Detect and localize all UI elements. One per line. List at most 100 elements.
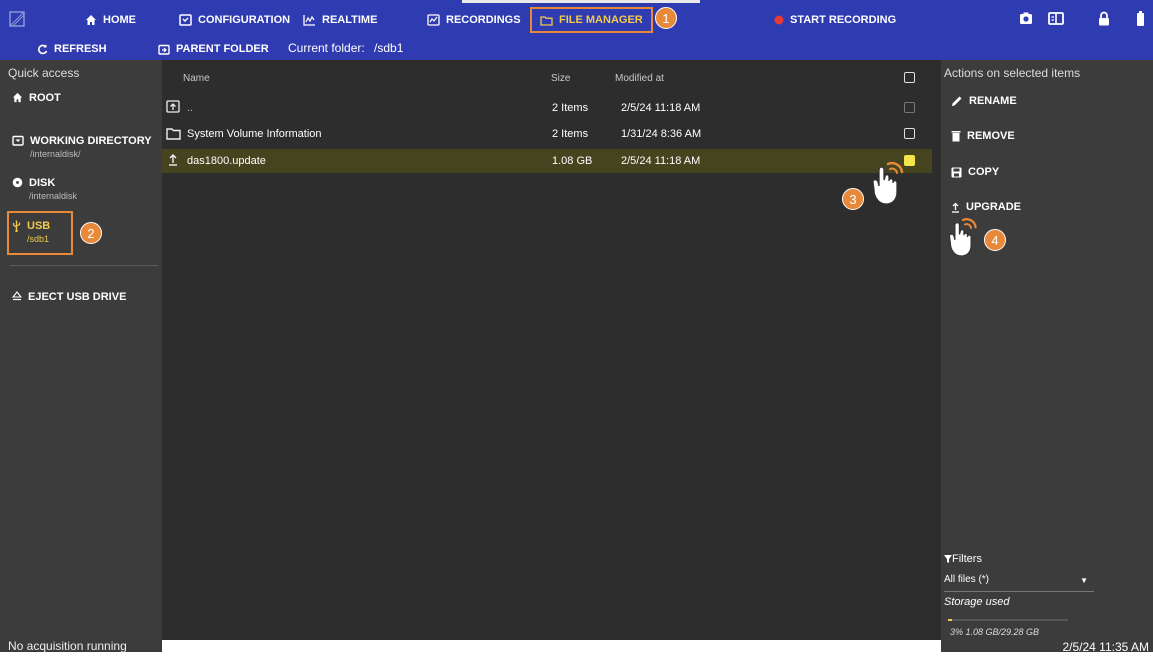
home-icon bbox=[86, 15, 96, 25]
rename-button[interactable]: RENAME bbox=[951, 95, 1017, 107]
file-size: 2 Items bbox=[552, 128, 589, 140]
storage-progress-fill bbox=[948, 619, 952, 621]
acquisition-status: No acquisition running bbox=[8, 639, 127, 653]
disk-path: /internaldisk bbox=[29, 191, 78, 201]
table-row[interactable]: .. 2 Items 2/5/24 11:18 AM bbox=[162, 96, 932, 120]
eject-usb-button[interactable]: EJECT USB DRIVE bbox=[12, 291, 126, 303]
folder-icon bbox=[12, 135, 24, 146]
start-recording-label: START RECORDING bbox=[790, 14, 897, 26]
current-folder-indicator: Current folder: /sdb1 bbox=[288, 41, 403, 55]
record-dot-icon bbox=[774, 15, 784, 25]
upgrade-button[interactable]: UPGRADE bbox=[951, 201, 1021, 213]
filters-label: Filters bbox=[952, 553, 982, 565]
file-name: .. bbox=[187, 102, 194, 114]
remove-button[interactable]: REMOVE bbox=[951, 130, 1015, 142]
eject-icon bbox=[12, 291, 22, 301]
top-highlight-line bbox=[462, 0, 700, 3]
quick-access-panel: Quick access ROOT WORKING DIRECTORY /int… bbox=[0, 60, 162, 656]
step-badge-4: 4 bbox=[984, 229, 1006, 251]
refresh-label: REFRESH bbox=[54, 43, 107, 55]
recordings-icon bbox=[427, 14, 440, 26]
configuration-icon bbox=[179, 14, 192, 26]
file-modified: 1/31/24 8:36 AM bbox=[621, 128, 702, 140]
storage-info: 3% 1.08 GB/29.28 GB bbox=[950, 627, 1040, 637]
realtime-icon bbox=[303, 15, 315, 26]
start-recording-button[interactable]: START RECORDING bbox=[774, 11, 896, 29]
select-all-checkbox[interactable] bbox=[904, 72, 915, 83]
upgrade-label: UPGRADE bbox=[966, 201, 1022, 213]
nav-realtime-label: REALTIME bbox=[322, 14, 378, 26]
root-label: ROOT bbox=[29, 92, 61, 104]
working-directory-label: WORKING DIRECTORY bbox=[30, 135, 152, 147]
dropdown-arrow-icon: ▼ bbox=[1080, 576, 1088, 585]
step-badge-3: 3 bbox=[842, 188, 864, 210]
row-checkbox[interactable] bbox=[904, 102, 915, 113]
file-name: das1800.update bbox=[187, 155, 266, 167]
quick-access-title: Quick access bbox=[8, 66, 80, 80]
save-icon bbox=[951, 167, 962, 177]
nav-configuration[interactable]: CONFIGURATION bbox=[179, 11, 290, 29]
trash-icon bbox=[951, 131, 961, 142]
file-filter-select[interactable]: All files (*) ▼ bbox=[944, 574, 1094, 592]
remove-label: REMOVE bbox=[967, 130, 1015, 142]
table-row[interactable]: System Volume Information 2 Items 1/31/2… bbox=[162, 122, 932, 146]
step-badge-2: 2 bbox=[80, 222, 102, 244]
folder-icon bbox=[166, 128, 181, 140]
file-toolbar: REFRESH PARENT FOLDER Current folder: /s… bbox=[0, 38, 1153, 60]
step-badge-1: 1 bbox=[655, 7, 677, 29]
storage-progress-bar bbox=[948, 619, 1068, 621]
copy-label: COPY bbox=[968, 166, 1000, 178]
nav-realtime[interactable]: REALTIME bbox=[303, 11, 377, 29]
parent-folder-button[interactable]: PARENT FOLDER bbox=[158, 43, 269, 55]
nav-file-manager-label: FILE MANAGER bbox=[559, 14, 643, 26]
nav-home-label: HOME bbox=[103, 14, 136, 26]
upgrade-icon bbox=[952, 202, 959, 213]
pencil-icon bbox=[952, 96, 962, 106]
filter-icon bbox=[944, 555, 952, 563]
actions-panel: Actions on selected items RENAME REMOVE … bbox=[941, 60, 1153, 656]
file-filter-value: All files (*) bbox=[944, 574, 990, 585]
parent-folder-label: PARENT FOLDER bbox=[176, 43, 269, 55]
camera-icon[interactable] bbox=[1019, 11, 1033, 30]
table-row-selected[interactable]: das1800.update 1.08 GB 2/5/24 11:18 AM bbox=[162, 149, 932, 173]
pointing-hand-icon bbox=[872, 161, 904, 205]
nav-configuration-label: CONFIGURATION bbox=[198, 14, 291, 26]
refresh-icon bbox=[38, 44, 48, 54]
storage-used-label: Storage used bbox=[944, 591, 1094, 611]
nav-recordings[interactable]: RECORDINGS bbox=[427, 11, 521, 29]
book-icon[interactable] bbox=[1048, 11, 1064, 30]
current-folder-label: Current folder: bbox=[288, 41, 365, 55]
actions-title: Actions on selected items bbox=[944, 66, 1081, 80]
pointing-hand-icon bbox=[948, 218, 977, 257]
file-list: Name Size Modified at .. 2 Items 2/5/24 … bbox=[162, 60, 941, 640]
copy-button[interactable]: COPY bbox=[951, 166, 999, 178]
filters-header: Filters bbox=[944, 553, 982, 565]
nav-file-manager[interactable]: FILE MANAGER bbox=[530, 7, 653, 33]
file-size: 1.08 GB bbox=[552, 155, 593, 167]
disk-label: DISK bbox=[29, 177, 56, 189]
folder-icon bbox=[540, 15, 553, 26]
current-folder-value: /sdb1 bbox=[374, 41, 404, 55]
upload-file-icon bbox=[169, 154, 177, 166]
quick-access-root[interactable]: ROOT bbox=[12, 92, 61, 104]
disk-icon bbox=[12, 177, 23, 188]
file-modified: 2/5/24 11:18 AM bbox=[621, 155, 701, 167]
parent-folder-icon bbox=[158, 44, 170, 55]
file-list-header: Name Size Modified at bbox=[162, 60, 941, 93]
quick-access-working-directory[interactable]: WORKING DIRECTORY /internaldisk/ bbox=[12, 135, 152, 159]
lock-icon[interactable] bbox=[1098, 11, 1110, 31]
file-modified: 2/5/24 11:18 AM bbox=[621, 102, 701, 114]
parent-folder-icon bbox=[166, 100, 180, 113]
app-logo-icon[interactable] bbox=[9, 11, 25, 32]
working-directory-path: /internaldisk/ bbox=[30, 149, 81, 159]
top-navigation-bar: HOME CONFIGURATION REALTIME RECORDINGS F… bbox=[0, 0, 1153, 38]
header-name[interactable]: Name bbox=[183, 73, 210, 84]
quick-access-divider bbox=[10, 265, 158, 266]
row-checkbox[interactable] bbox=[904, 128, 915, 139]
header-modified[interactable]: Modified at bbox=[615, 73, 664, 84]
quick-access-disk[interactable]: DISK /internaldisk bbox=[12, 177, 77, 201]
refresh-button[interactable]: REFRESH bbox=[37, 43, 107, 55]
header-size[interactable]: Size bbox=[551, 73, 570, 84]
nav-home[interactable]: HOME bbox=[85, 11, 136, 29]
nav-recordings-label: RECORDINGS bbox=[446, 14, 521, 26]
